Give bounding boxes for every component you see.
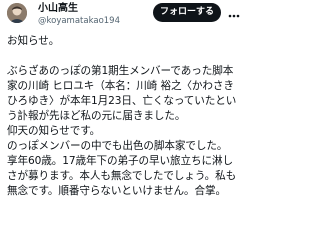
author-handle[interactable]: @koyamatakao194 xyxy=(38,16,120,26)
follow-button[interactable]: フォローする xyxy=(153,3,221,22)
post-text: お知らせ。 ぶらざあのっぽの第1期生メンバーであった脚本家の川崎 ヒロユキ（本名… xyxy=(7,35,237,197)
post-header: 小山高生 @koyamatakao194 フォローする xyxy=(0,0,247,30)
more-options-button[interactable] xyxy=(227,7,241,19)
author-name[interactable]: 小山高生 xyxy=(38,3,78,15)
avatar[interactable] xyxy=(7,3,27,23)
more-horizontal-icon xyxy=(228,14,240,18)
avatar-photo-icon xyxy=(7,3,27,23)
